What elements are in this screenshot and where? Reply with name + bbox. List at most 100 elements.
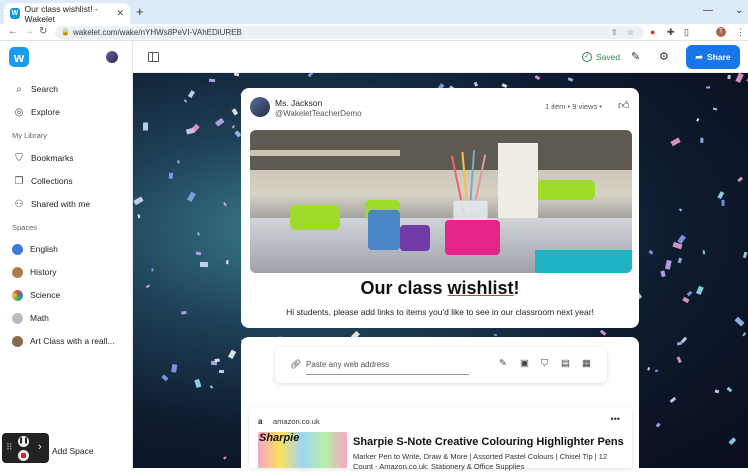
user-avatar[interactable] [106,51,118,63]
stop-record-icon[interactable] [18,450,29,461]
check-circle-icon: ✓ [582,52,592,62]
sidebar-item-bookmarks[interactable]: ⛉ Bookmarks [12,151,73,165]
url-text: wakelet.com/wake/nYHWs8PeVI-VAhEDiUREB [73,28,242,37]
item-card[interactable]: a amazon.co.uk ••• Sharpie Sharpie S-Not… [249,407,632,471]
confetti-piece [660,270,666,278]
add-pdf-icon[interactable]: ▤ [561,358,570,369]
confetti-piece [599,329,606,336]
confetti-piece [151,268,154,272]
edit-icon[interactable]: ✎ [631,50,640,63]
drag-handle-icon[interactable]: ⠿ [6,442,13,453]
sidebar-item-math[interactable]: Math [12,311,49,325]
confetti-piece [712,107,718,112]
confetti-piece [215,358,221,363]
confetti-piece [223,201,228,207]
sidebar-item-search[interactable]: ⌕ Search [12,82,58,96]
sidebar-item-shared[interactable]: ⚇ Shared with me [12,197,91,211]
confetti-piece [227,349,237,360]
screen-recorder-widget[interactable]: ⠿ ❚❚ › [2,433,49,463]
confetti-piece [726,387,733,393]
space-avatar [12,335,23,347]
confetti-piece [646,367,650,371]
library-heading: My Library [12,131,48,140]
confetti-piece [133,195,144,205]
sidebar-item-english[interactable]: English [12,242,58,256]
confetti-piece [171,363,178,373]
confetti-piece [716,190,725,200]
confetti-piece [734,316,745,327]
confetti-piece [654,369,659,372]
item-title[interactable]: Sharpie S-Note Creative Colouring Highli… [353,436,624,448]
confetti-piece [648,249,654,255]
kebab-menu-icon[interactable]: ⋮ [736,27,745,38]
confetti-piece [209,385,214,390]
address-bar: ← → ↻ 🔒 wakelet.com/wake/nYHWs8PeVI-VAhE… [0,24,748,41]
add-image-icon[interactable]: ▣ [520,358,529,369]
profile-avatar[interactable]: T [716,27,726,37]
sidebar-item-science[interactable]: Science [12,288,60,302]
confetti-piece [196,251,203,256]
more-options-grid-icon[interactable]: ▦ [582,358,591,369]
star-icon[interactable]: ☆ [627,26,634,39]
share-page-icon[interactable]: ⇪ [611,26,618,39]
add-space-button[interactable]: Add Space [52,446,94,456]
saved-status: ✓ Saved [582,52,620,62]
thumbs-up-icon[interactable]: 👍︎ [618,99,630,112]
extension-icon[interactable]: ● [650,27,655,38]
close-tab-icon[interactable]: ✕ [116,8,124,19]
confetti-piece [233,73,240,78]
confetti-piece [222,456,227,460]
pause-icon[interactable]: ❚❚ [18,436,29,447]
confetti-piece [696,118,700,123]
reload-icon[interactable]: ↻ [39,26,47,38]
author-name[interactable]: Ms. Jackson [275,98,322,108]
sidebar-item-history[interactable]: History [12,265,56,279]
add-note-icon[interactable]: ✎ [499,358,507,369]
confetti-piece [701,249,705,254]
gear-icon[interactable]: ⚙ [659,50,669,63]
sidebar: w ⌕ Search ◎ Explore My Library ⛉ Bookma… [0,41,133,468]
confetti-piece [232,108,239,116]
confetti-piece [474,81,479,87]
saved-label: Saved [596,52,621,62]
confetti-piece [721,200,725,206]
confetti-piece [493,333,497,337]
wakelet-logo[interactable]: w [9,47,29,67]
minimize-icon[interactable]: — [703,5,713,16]
add-item-bar: 🔗︎ Paste any web address ✎ ▣ ⛉ ▤ ▦ [275,347,607,383]
more-icon[interactable]: ••• [611,414,620,424]
puzzle-icon[interactable]: ✚ [667,27,675,38]
space-avatar [12,289,23,301]
add-bookmark-icon[interactable]: ⛉ [541,358,548,369]
lock-icon: 🔒 [61,29,70,36]
back-icon[interactable]: ← [8,26,18,38]
confetti-piece [675,356,682,364]
share-button[interactable]: ➦ Share [686,45,740,69]
users-icon: ⚇ [14,198,24,210]
new-tab-icon[interactable]: + [136,5,144,19]
forward-icon[interactable]: → [24,26,34,38]
confetti-piece [669,137,681,147]
amazon-icon: a [258,417,263,426]
browser-tab[interactable]: W Our class wishlist! - Wakelet ✕ [4,3,130,24]
confetti-piece [137,214,141,219]
sidepanel-icon[interactable]: ▯ [684,27,689,38]
url-input[interactable]: Paste any web address [306,360,389,369]
confetti-piece [655,422,661,428]
link-icon: 🔗︎ [290,359,302,369]
sidebar-item-explore[interactable]: ◎ Explore [12,105,60,119]
chevron-down-icon[interactable]: ⌄ [735,5,743,16]
sidebar-item-collections[interactable]: ❐ Collections [12,174,73,188]
toggle-sidebar-icon[interactable] [148,52,159,62]
confetti-piece [727,75,731,80]
confetti-piece [502,83,508,88]
sidebar-item-label: Art Class with a reall... [30,336,115,346]
confetti-piece [705,86,711,89]
collection-stats: 1 item • 9 views • [545,102,602,111]
url-field[interactable]: 🔒 wakelet.com/wake/nYHWs8PeVI-VAhEDiUREB… [55,26,644,39]
confetti-piece [677,257,682,264]
sidebar-item-label: Explore [31,107,60,117]
chevron-right-icon[interactable]: › [38,441,42,453]
sidebar-item-art-class[interactable]: Art Class with a reall... [12,334,115,348]
author-avatar[interactable] [250,97,270,117]
